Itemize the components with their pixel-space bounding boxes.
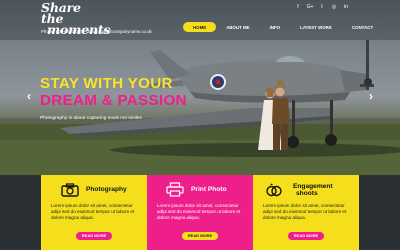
card-title: Photography <box>86 186 127 193</box>
slider-prev-arrow-icon[interactable]: ‹ <box>24 89 34 103</box>
slider-next-arrow-icon[interactable]: › <box>366 89 376 103</box>
card-title: Engagement shoots <box>293 183 333 197</box>
card-title: Print Photo <box>191 186 227 193</box>
nav-item-latest-work[interactable]: LATEST WORK <box>290 25 342 30</box>
twitter-icon[interactable]: t <box>318 3 326 11</box>
feature-cards: Photography Lorem ipsum dolor sit amet, … <box>0 175 400 250</box>
card-text: Lorem ipsum dolor sit amet, consectetur … <box>157 203 241 220</box>
contact-email: Email: info@companyname.co.uk <box>87 29 152 34</box>
read-more-button[interactable]: READ MORE <box>182 232 218 240</box>
card-text: Lorem ipsum dolor sit amet, consectetur … <box>51 203 135 220</box>
rings-icon <box>266 183 282 197</box>
card-title-line-1: Engagement <box>293 183 333 190</box>
hero-tagline: Photography is about capturing souls not… <box>40 116 142 121</box>
instagram-icon[interactable]: ◎ <box>330 3 338 11</box>
nav-item-contact[interactable]: CONTACT <box>342 25 383 30</box>
contact-phone: Phone: 000-0000-000 <box>41 29 83 34</box>
printer-icon <box>166 182 184 197</box>
facebook-icon[interactable]: f <box>294 3 302 11</box>
nav-item-home[interactable]: HOME <box>183 22 217 32</box>
google-plus-icon[interactable]: G+ <box>306 3 314 11</box>
social-links: f G+ t ◎ in <box>294 3 350 11</box>
card-engagement-shoots: Engagement shoots Lorem ipsum dolor sit … <box>253 175 359 250</box>
contact-info: Phone: 000-0000-000 Email: info@companyna… <box>41 29 152 34</box>
read-more-button[interactable]: READ MORE <box>288 232 324 240</box>
hero-headline-line-2: DREAM & PASSION <box>40 92 187 109</box>
nav-item-info[interactable]: INFO <box>260 25 291 30</box>
card-photography: Photography Lorem ipsum dolor sit amet, … <box>41 175 147 250</box>
card-print-photo: Print Photo Lorem ipsum dolor sit amet, … <box>147 175 253 250</box>
card-title-line-2: shoots <box>296 190 318 197</box>
read-more-button[interactable]: READ MORE <box>76 232 112 240</box>
camera-icon <box>61 183 79 197</box>
hero-banner: Share the moments Phone: 000-0000-000 Ema… <box>0 0 400 175</box>
card-text: Lorem ipsum dolor sit amet, consectetur … <box>263 203 347 220</box>
main-nav: HOME ABOUT ME INFO LATEST WORK CONTACT <box>183 22 383 32</box>
nav-item-about-me[interactable]: ABOUT ME <box>216 25 259 30</box>
linkedin-icon[interactable]: in <box>342 3 350 11</box>
hero-headline-line-1: STAY WITH YOUR <box>40 75 173 92</box>
